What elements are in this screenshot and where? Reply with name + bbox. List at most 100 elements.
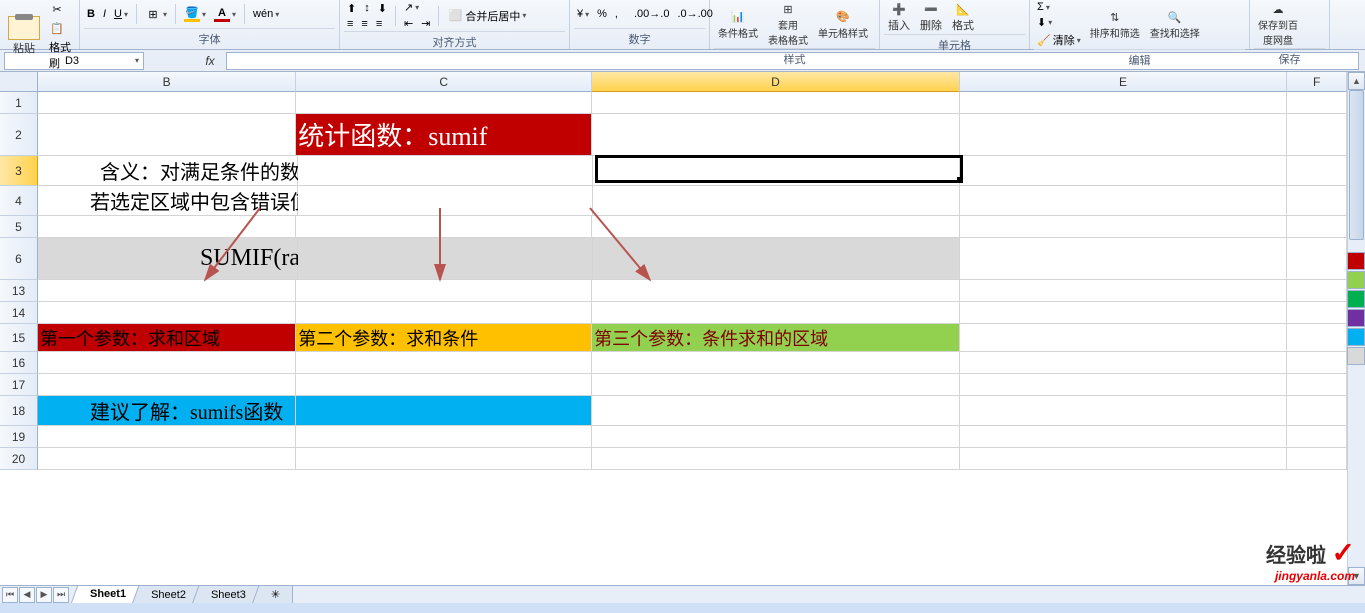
align-bottom-button[interactable]: ⬇ bbox=[375, 1, 390, 16]
cell-D19[interactable] bbox=[592, 426, 959, 448]
bold-button[interactable]: B bbox=[84, 7, 98, 21]
cell-E4[interactable] bbox=[960, 186, 1287, 216]
font-color-button[interactable]: A▾ bbox=[211, 5, 239, 23]
cell-E13[interactable] bbox=[960, 280, 1288, 302]
scroll-up-button[interactable]: ▲ bbox=[1348, 72, 1365, 90]
column-header-E[interactable]: E bbox=[960, 72, 1288, 92]
cell-B20[interactable] bbox=[38, 448, 296, 470]
percent-button[interactable]: % bbox=[594, 7, 610, 21]
cell-E16[interactable] bbox=[960, 352, 1288, 374]
decrease-indent-button[interactable]: ⇤ bbox=[401, 16, 416, 31]
comma-button[interactable]: , bbox=[612, 7, 621, 21]
cell-F17[interactable] bbox=[1287, 374, 1347, 396]
row-header-6[interactable]: 6 bbox=[0, 238, 38, 280]
new-sheet-button[interactable]: ✳ bbox=[259, 586, 293, 604]
cell-D6[interactable] bbox=[593, 238, 960, 280]
name-box-dropdown-icon[interactable]: ▾ bbox=[135, 56, 139, 65]
cell-D2[interactable] bbox=[592, 114, 959, 156]
cell-F19[interactable] bbox=[1287, 426, 1347, 448]
cell-D15[interactable]: 第三个参数：条件求和的区域 bbox=[592, 324, 959, 352]
align-right-button[interactable]: ≡ bbox=[373, 17, 385, 31]
cell-B6[interactable]: SUMIF(range,crteria,[sum_range]) bbox=[38, 238, 298, 280]
row-header-1[interactable]: 1 bbox=[0, 92, 38, 114]
cell-D14[interactable] bbox=[592, 302, 959, 324]
cell-D20[interactable] bbox=[592, 448, 959, 470]
row-header-5[interactable]: 5 bbox=[0, 216, 38, 238]
cell-C4[interactable] bbox=[298, 186, 593, 216]
cell-C15[interactable]: 第二个参数：求和条件 bbox=[296, 324, 592, 352]
cell-F20[interactable] bbox=[1287, 448, 1347, 470]
cell-E2[interactable] bbox=[960, 114, 1288, 156]
save-baidu-button[interactable]: ☁保存到百 度网盘 bbox=[1254, 0, 1302, 48]
cell-C19[interactable] bbox=[296, 426, 592, 448]
tab-first-button[interactable]: ⏮ bbox=[2, 587, 18, 603]
cell-C1[interactable] bbox=[296, 92, 592, 114]
cell-C16[interactable] bbox=[296, 352, 592, 374]
row-header-14[interactable]: 14 bbox=[0, 302, 38, 324]
scroll-thumb[interactable] bbox=[1349, 90, 1364, 240]
cell-F5[interactable] bbox=[1287, 216, 1347, 238]
cell-D3[interactable] bbox=[593, 156, 960, 186]
cell-B4[interactable]: 若选定区域中包含错误值，则无法得到计算结果 bbox=[38, 186, 298, 216]
italic-button[interactable]: I bbox=[100, 7, 109, 21]
cell-D18[interactable] bbox=[592, 396, 959, 426]
delete-button[interactable]: ➖删除 bbox=[916, 0, 946, 34]
cell-E14[interactable] bbox=[960, 302, 1288, 324]
cell-C17[interactable] bbox=[296, 374, 592, 396]
row-header-19[interactable]: 19 bbox=[0, 426, 38, 448]
column-header-C[interactable]: C bbox=[296, 72, 592, 92]
cell-B14[interactable] bbox=[38, 302, 296, 324]
cell-E17[interactable] bbox=[960, 374, 1288, 396]
cell-F2[interactable] bbox=[1287, 114, 1347, 156]
cell-F1[interactable] bbox=[1287, 92, 1347, 114]
cell-D17[interactable] bbox=[592, 374, 959, 396]
cell-D13[interactable] bbox=[592, 280, 959, 302]
cell-C14[interactable] bbox=[296, 302, 592, 324]
cell-C20[interactable] bbox=[296, 448, 592, 470]
cell-F15[interactable] bbox=[1287, 324, 1347, 352]
cell-F14[interactable] bbox=[1287, 302, 1347, 324]
cell-B17[interactable] bbox=[38, 374, 296, 396]
conditional-format-button[interactable]: 📊条件格式 bbox=[714, 8, 762, 41]
fill-color-button[interactable]: 🪣▾ bbox=[181, 5, 209, 23]
merge-center-button[interactable]: ⬜合并后居中▾ bbox=[444, 7, 529, 25]
sort-filter-button[interactable]: ⇅排序和筛选 bbox=[1086, 8, 1144, 41]
cell-E6[interactable] bbox=[960, 238, 1287, 280]
row-header-3[interactable]: 3 bbox=[0, 156, 38, 186]
cell-B15[interactable]: 第一个参数：求和区域 bbox=[38, 324, 296, 352]
cell-E15[interactable] bbox=[960, 324, 1288, 352]
cell-styles-button[interactable]: 🎨单元格样式 bbox=[814, 8, 872, 41]
align-center-button[interactable]: ≡ bbox=[358, 17, 370, 31]
fill-button[interactable]: ⬇▾ bbox=[1034, 15, 1084, 30]
cell-B16[interactable] bbox=[38, 352, 296, 374]
cell-B19[interactable] bbox=[38, 426, 296, 448]
cell-C6[interactable] bbox=[298, 238, 593, 280]
tab-prev-button[interactable]: ◀ bbox=[19, 587, 35, 603]
row-header-15[interactable]: 15 bbox=[0, 324, 38, 352]
align-left-button[interactable]: ≡ bbox=[344, 17, 356, 31]
cell-C2[interactable]: 统计函数：sumif bbox=[296, 114, 592, 156]
clear-button[interactable]: 🧹清除▾ bbox=[1034, 31, 1084, 49]
cell-C3[interactable] bbox=[298, 156, 593, 186]
border-button[interactable]: ⊞▾ bbox=[142, 5, 170, 23]
align-middle-button[interactable]: ↕ bbox=[361, 1, 373, 16]
column-header-B[interactable]: B bbox=[38, 72, 296, 92]
cell-B2[interactable] bbox=[38, 114, 296, 156]
copy-button[interactable]: 📋 bbox=[46, 19, 75, 37]
cell-F4[interactable] bbox=[1287, 186, 1347, 216]
align-top-button[interactable]: ⬆ bbox=[344, 1, 359, 16]
row-header-17[interactable]: 17 bbox=[0, 374, 38, 396]
column-header-D[interactable]: D bbox=[592, 72, 959, 92]
cell-E18[interactable] bbox=[960, 396, 1288, 426]
row-header-20[interactable]: 20 bbox=[0, 448, 38, 470]
increase-decimal-button[interactable]: .00→.0 bbox=[631, 7, 672, 21]
tab-last-button[interactable]: ⏭ bbox=[53, 587, 69, 603]
cell-B5[interactable] bbox=[38, 216, 296, 238]
cut-button[interactable]: ✂ bbox=[46, 0, 75, 18]
find-select-button[interactable]: 🔍查找和选择 bbox=[1146, 8, 1204, 41]
row-header-18[interactable]: 18 bbox=[0, 396, 38, 426]
select-all-corner[interactable] bbox=[0, 72, 38, 92]
underline-button[interactable]: U▾ bbox=[111, 7, 131, 21]
cell-B3[interactable]: 含义：对满足条件的数据求和 bbox=[38, 156, 298, 186]
sheet-tab-sheet3[interactable]: Sheet3 bbox=[199, 586, 259, 604]
